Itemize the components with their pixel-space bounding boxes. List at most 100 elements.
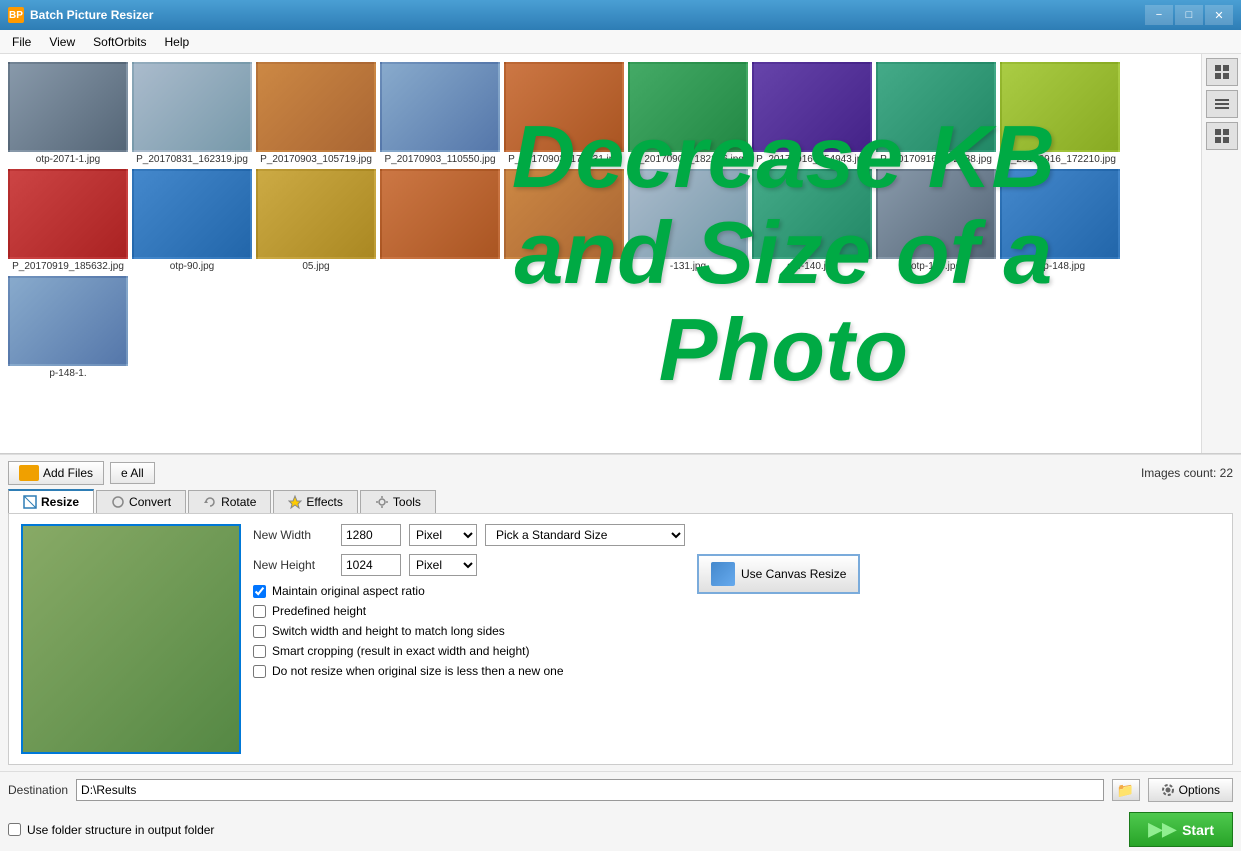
thumbnail-label: otp-145.jpg (911, 261, 961, 272)
thumbnail-image (132, 62, 252, 152)
maximize-button[interactable]: □ (1175, 5, 1203, 25)
add-files-button[interactable]: Add Files (8, 461, 104, 485)
folder-structure-checkbox[interactable] (8, 823, 21, 836)
folder-check-left: Use folder structure in output folder (8, 823, 214, 837)
thumbnail-label: otp-2071-1.jpg (36, 154, 101, 165)
destination-bar: Destination 📁 Options (0, 771, 1241, 808)
menu-file[interactable]: File (4, 33, 39, 51)
rotate-icon (203, 495, 217, 509)
tab-resize[interactable]: Resize (8, 489, 94, 513)
thumbnail-image (380, 62, 500, 152)
thumbnail-label: P_20170916_172210.jpg (1004, 154, 1116, 165)
list-item[interactable]: P_20170831_162319.jpg (132, 62, 252, 165)
convert-icon (111, 495, 125, 509)
add-files-bar: Add Files e All Images count: 22 (8, 461, 1233, 485)
list-item[interactable]: P_20170916_172138.jpg (876, 62, 996, 165)
thumbnail-image (628, 62, 748, 152)
list-item[interactable]: otp-90.jpg (132, 169, 252, 272)
width-input[interactable] (341, 524, 401, 546)
options-button[interactable]: Options (1148, 778, 1233, 802)
tab-convert-label: Convert (129, 495, 171, 509)
gallery-grid: otp-2071-1.jpg P_20170831_162319.jpg P_2… (8, 62, 1193, 379)
list-item[interactable] (380, 169, 500, 272)
height-unit-select[interactable]: Pixel Percent (409, 554, 477, 576)
preview-image (21, 524, 241, 754)
sidebar-view-btn-1[interactable] (1206, 58, 1238, 86)
smart-crop-label: Smart cropping (result in exact width an… (272, 644, 529, 658)
minimize-button[interactable]: − (1145, 5, 1173, 25)
list-item[interactable]: otp-2071-1.jpg (8, 62, 128, 165)
bottom-toolbar: Add Files e All Images count: 22 Resize (0, 454, 1241, 771)
sidebar-view-btn-3[interactable] (1206, 122, 1238, 150)
standard-size-select[interactable]: Pick a Standard Size 800x600 1024x768 12… (485, 524, 685, 546)
thumbnail-label: P_20170916_154943.jpg (756, 154, 868, 165)
predefined-height-label: Predefined height (272, 604, 366, 618)
add-files-label: Add Files (43, 466, 93, 480)
thumbnail-image (256, 169, 376, 259)
list-item[interactable]: otp-148.jpg (1000, 169, 1120, 272)
list-item[interactable]: P_20170903_171531.jpg (504, 62, 624, 165)
close-button[interactable]: ✕ (1205, 5, 1233, 25)
start-arrow-icon: ▶▶ (1148, 819, 1176, 840)
list-item[interactable]: p-148-1. (8, 276, 128, 379)
tab-tools[interactable]: Tools (360, 490, 436, 513)
list-item[interactable] (504, 169, 624, 272)
tab-tools-label: Tools (393, 495, 421, 509)
tab-convert[interactable]: Convert (96, 490, 186, 513)
folder-icon (19, 465, 39, 481)
smart-crop-row: Smart cropping (result in exact width an… (253, 644, 685, 658)
list-item[interactable]: P_20170916_172210.jpg (1000, 62, 1120, 165)
thumbnail-image (628, 169, 748, 259)
list-item[interactable]: otp-145.jpg (876, 169, 996, 272)
start-button[interactable]: ▶▶ Start (1129, 812, 1233, 847)
tab-rotate-label: Rotate (221, 495, 256, 509)
list-item[interactable]: P_20170903_182256.jpg (628, 62, 748, 165)
resize-icon (23, 495, 37, 509)
gear-icon (1161, 783, 1175, 797)
thumbnail-label: P_20170919_185632.jpg (12, 261, 124, 272)
tab-rotate[interactable]: Rotate (188, 490, 271, 513)
thumbnail-label: -131.jpg (670, 261, 706, 272)
use-canvas-resize-button[interactable]: Use Canvas Resize (697, 554, 860, 594)
thumbnail-image (504, 169, 624, 259)
list-item[interactable]: otp-140.jpg (752, 169, 872, 272)
tab-effects[interactable]: Effects (273, 490, 357, 513)
smart-crop-checkbox[interactable] (253, 645, 266, 658)
canvas-resize-container: Use Canvas Resize (697, 524, 860, 754)
gallery-scroll: otp-2071-1.jpg P_20170831_162319.jpg P_2… (0, 54, 1201, 453)
predefined-height-checkbox[interactable] (253, 605, 266, 618)
menu-softorbits[interactable]: SoftOrbits (85, 33, 154, 51)
switch-sides-checkbox[interactable] (253, 625, 266, 638)
height-input[interactable] (341, 554, 401, 576)
menu-view[interactable]: View (41, 33, 83, 51)
maintain-aspect-checkbox[interactable] (253, 585, 266, 598)
folder-structure-bar: Use folder structure in output folder ▶▶… (0, 808, 1241, 851)
list-item[interactable]: P_20170919_185632.jpg (8, 169, 128, 272)
maintain-aspect-label: Maintain original aspect ratio (272, 584, 425, 598)
predefined-height-row: Predefined height (253, 604, 685, 618)
width-unit-select[interactable]: Pixel Percent (409, 524, 477, 546)
images-count-label: Images count: 22 (1141, 466, 1233, 480)
app-title: Batch Picture Resizer (30, 8, 153, 22)
thumbnail-image (256, 62, 376, 152)
menu-bar: File View SoftOrbits Help (0, 30, 1241, 54)
list-item[interactable]: P_20170916_154943.jpg (752, 62, 872, 165)
resize-panel: New Width Pixel Percent Pick a Standard … (8, 513, 1233, 765)
options-label: Options (1179, 783, 1220, 797)
sidebar-view-btn-2[interactable] (1206, 90, 1238, 118)
remove-all-button[interactable]: e All (110, 462, 155, 484)
list-item[interactable]: 05.jpg (256, 169, 376, 272)
start-label: Start (1182, 822, 1214, 838)
tab-resize-label: Resize (41, 495, 79, 509)
menu-help[interactable]: Help (157, 33, 198, 51)
list-item[interactable]: -131.jpg (628, 169, 748, 272)
folder-browse-icon: 📁 (1117, 782, 1134, 799)
list-item[interactable]: P_20170903_105719.jpg (256, 62, 376, 165)
browse-button[interactable]: 📁 (1112, 779, 1140, 801)
thumbnail-image (752, 169, 872, 259)
thumbnail-label: P_20170831_162319.jpg (136, 154, 248, 165)
list-item[interactable]: P_20170903_110550.jpg (380, 62, 500, 165)
thumbnail-label: P_20170916_172138.jpg (880, 154, 992, 165)
no-resize-smaller-checkbox[interactable] (253, 665, 266, 678)
destination-input[interactable] (76, 779, 1104, 801)
